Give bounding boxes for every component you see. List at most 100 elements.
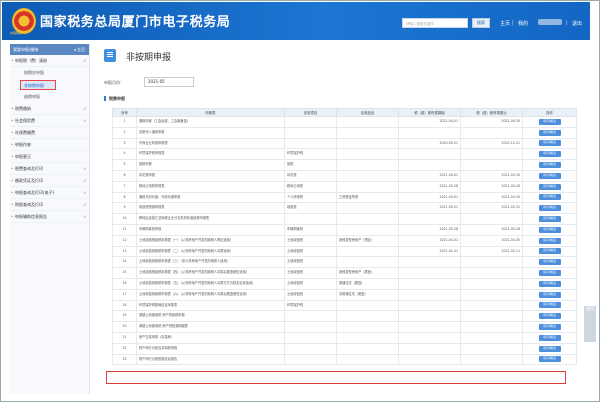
fill-form-button[interactable]: 填写申报表 <box>538 129 561 136</box>
action-cell: 填写申报表 <box>522 191 577 204</box>
sidebar-item-social-insurance[interactable]: • 社会保险费 ∨ <box>10 115 89 127</box>
column-header: 征收品目 <box>336 108 399 117</box>
fill-form-button[interactable]: 填写申报表 <box>538 291 561 298</box>
fill-form-button[interactable]: 填写申报表 <box>538 313 561 320</box>
nav-my-link[interactable]: 我的 <box>518 20 528 27</box>
form-name: 通用代扣代缴、代收代缴申报 <box>136 191 285 204</box>
levy-item: 土地增值税 <box>284 267 337 279</box>
period-start: 2020-05-01 <box>398 137 461 150</box>
nav-exit-link[interactable]: 退出 <box>572 20 582 27</box>
sidebar-item-declaration-query[interactable]: • 申报查询及打印(电子) ∨ <box>10 187 89 199</box>
levy-subitem <box>336 223 399 236</box>
levy-subitem <box>336 159 399 171</box>
form-name: 土地增值税纳税申报表（四）（从事房地产开发的纳税人清算后尾盘销售适用） <box>136 267 285 279</box>
levy-item: 土地增值税 <box>284 288 337 301</box>
fill-form-button[interactable]: 填写申报表 <box>538 162 561 169</box>
levy-subitem <box>336 256 399 269</box>
levy-item: 环境保护税 <box>284 148 337 161</box>
action-cell: 填写申报表 <box>522 169 577 182</box>
fill-form-button[interactable]: 填写申报表 <box>538 118 561 125</box>
period-start: 2021-04-01 <box>398 234 461 247</box>
row-index: 12 <box>112 234 137 247</box>
form-name: 土地增值税纳税申报表（三）（非从事房地产开发的纳税人适用） <box>136 256 285 269</box>
period-end: 2021-04-30 <box>460 116 523 128</box>
fill-form-button[interactable]: 填写申报表 <box>538 270 561 277</box>
levy-item <box>284 321 337 333</box>
chevron-down-icon: ∨ <box>83 202 86 207</box>
fill-form-button[interactable]: 填写申报表 <box>538 194 561 201</box>
sidebar-item-social-fee[interactable]: • 社保费缴费 <box>10 127 89 139</box>
fill-form-button[interactable]: 填写申报表 <box>538 205 561 212</box>
period-start <box>398 148 461 161</box>
period-end <box>460 321 523 333</box>
levy-subitem: 其他类型房地产（预征） <box>336 234 399 247</box>
action-cell: 填写申报表 <box>522 299 577 312</box>
levy-subitem <box>336 116 399 128</box>
fill-form-button[interactable]: 填写申报表 <box>538 216 561 223</box>
levy-item <box>284 310 337 323</box>
action-cell: 填写申报表 <box>522 180 577 193</box>
levy-subitem: 普通住宅（尾盘） <box>336 277 399 290</box>
fill-form-button[interactable]: 填写申报表 <box>538 151 561 158</box>
row-index: 16 <box>112 277 137 290</box>
chevron-down-icon: ∨ <box>83 190 86 195</box>
sidebar-subitem-non-periodic[interactable]: 非按期申报 <box>20 80 56 90</box>
fill-form-button[interactable]: 填写申报表 <box>538 324 561 331</box>
fill-form-button[interactable]: 填写申报表 <box>538 183 561 190</box>
period-start <box>398 126 461 139</box>
sidebar: 我要申报/缴纳 ◂ 主页 • 申报税（费）清册 ∧ 按期应申报 非按期申报 逾期申报… <box>10 44 90 394</box>
sidebar-item-voucher[interactable]: • 缴款凭证及打印 ∨ <box>10 175 89 187</box>
levy-item <box>284 137 337 150</box>
fill-form-button[interactable]: 填写申报表 <box>538 302 561 309</box>
float-back-button[interactable]: 返回 <box>584 306 596 342</box>
form-name: 环境保护税基础信息采集表 <box>136 299 285 312</box>
sidebar-home-link[interactable]: ◂ 主页 <box>74 44 85 55</box>
fill-form-button[interactable]: 填写申报表 <box>538 259 561 266</box>
fill-form-button[interactable]: 填写申报表 <box>538 248 561 255</box>
sidebar-item-aux-info[interactable]: • 申报辅助信息报告 ∨ <box>10 211 89 223</box>
table-row: 19 城镇土地使用税 房产税纳税申报 填写申报表 <box>112 310 577 323</box>
fill-form-button[interactable]: 填写申报表 <box>538 226 561 233</box>
sidebar-item-tax-query[interactable]: • 税费查询及打印 ∨ <box>10 163 89 175</box>
period-end: 2021-05-28 <box>460 223 523 236</box>
period-input[interactable]: 2021-05 <box>144 77 194 87</box>
levy-subitem <box>336 180 399 193</box>
levy-item: 土地增值税 <box>284 277 337 290</box>
sidebar-item-correction[interactable]: • 申报更正 <box>10 151 89 163</box>
fill-form-button[interactable]: 填写申报表 <box>538 280 561 287</box>
nav-home-link[interactable]: 主页 <box>500 20 510 27</box>
row-index: 2 <box>112 126 137 139</box>
search-button[interactable]: 搜索 <box>472 18 490 28</box>
sidebar-item-payment[interactable]: • 税费缴纳 ∨ <box>10 103 89 115</box>
action-cell: 填写申报表 <box>522 213 577 225</box>
fill-form-button[interactable]: 填写申报表 <box>538 172 561 179</box>
levy-item: 个人所得税 <box>284 191 337 204</box>
table-row: 5 契税申报 契税 填写申报表 <box>112 159 577 171</box>
period-end <box>460 331 523 344</box>
fill-form-button[interactable]: 填写申报表 <box>538 140 561 147</box>
fill-form-button[interactable]: 填写申报表 <box>538 345 561 352</box>
sidebar-item-void[interactable]: • 申报作废 <box>10 139 89 151</box>
table-body: 1 通用申报（工会经费，工会筹备金） 2021-04-01 2021-04-30 填写申… <box>112 116 577 366</box>
fill-form-button[interactable]: 填写申报表 <box>538 237 561 244</box>
levy-subitem <box>336 169 399 182</box>
period-end: 2021-05-28 <box>460 180 523 193</box>
sidebar-subitem-overdue[interactable]: 逾期申报 <box>10 91 89 103</box>
fill-form-button[interactable]: 填写申报表 <box>538 356 561 363</box>
period-start: 2021-04-01 <box>398 116 461 128</box>
levy-subitem <box>336 245 399 258</box>
table-row: 1 通用申报（工会经费，工会筹备金） 2021-04-01 2021-04-30 填写申… <box>112 116 577 128</box>
table-row: 16 土地增值税纳税申报表（五）（从事房地产开发的纳税人清算方式为核定征收适用）土… <box>112 277 577 290</box>
table-row: 8 通用代扣代缴、代收代缴申报 个人所得税 工资薪金所得 2021-04-01 2021-… <box>112 191 577 204</box>
form-name: 环境保护税申报表 <box>136 148 285 161</box>
search-input[interactable]: 请输入搜索关键字 <box>402 18 468 28</box>
levy-subitem <box>336 202 399 215</box>
levy-item <box>284 353 337 366</box>
action-cell: 填写申报表 <box>522 245 577 258</box>
sidebar-subitem-periodic[interactable]: 按期应申报 <box>10 67 89 79</box>
chevron-up-icon: ∧ <box>83 58 86 63</box>
sidebar-item-declaration-list[interactable]: • 申报税（费）清册 ∧ <box>10 55 89 67</box>
fill-form-button[interactable]: 填写申报表 <box>538 334 561 341</box>
sidebar-item-financial-report[interactable]: • 财报查询及打印 ∨ <box>10 199 89 211</box>
row-index: 9 <box>112 202 137 215</box>
